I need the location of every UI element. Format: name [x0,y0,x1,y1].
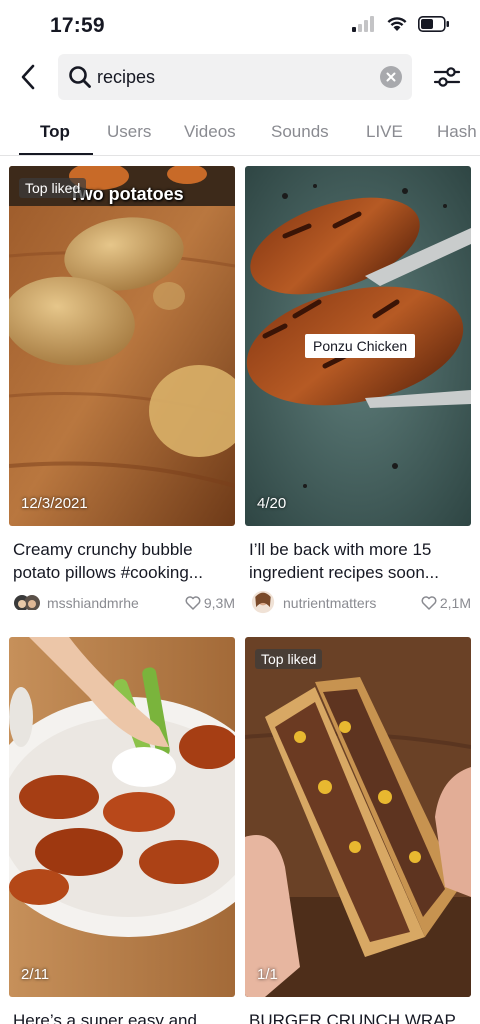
video-meta: nutrientmatters 2,1M [249,590,471,616]
battery-icon [418,16,449,32]
video-caption[interactable]: Creamy crunchy bubble potato pillows #co… [13,538,233,584]
video-overlay-text: Two potatoes [69,184,184,204]
heart-icon [185,596,201,610]
crunch-wrap-image [245,637,471,997]
status-icons [352,16,450,32]
video-thumbnail[interactable]: Top liked 1/1 [245,637,471,997]
cellular-signal-icon [352,16,374,32]
sliders-icon [433,67,461,87]
top-liked-badge: Top liked [255,649,323,669]
video-sticker-text: Ponzu Chicken [305,334,416,358]
video-caption[interactable]: I’ll be back with more 15 ingredient rec… [249,538,469,584]
tab-top[interactable]: Top [40,122,70,142]
video-date: 4/20 [257,495,287,512]
close-icon [386,72,396,82]
chevron-left-icon [21,64,35,90]
status-bar: 17:59 [0,0,480,52]
caption-line: Here’s a super easy and [13,1011,197,1024]
video-date: 1/1 [257,966,278,983]
search-box[interactable] [58,54,412,100]
search-icon [69,66,91,88]
like-count: 9,3M [185,595,235,611]
tab-users[interactable]: Users [107,122,151,142]
like-count-value: 9,3M [203,595,235,611]
top-liked-badge: Top liked [19,178,87,198]
filter-button[interactable] [432,64,462,90]
search-row [0,54,480,100]
avatar[interactable] [249,590,277,614]
caption-line: potato pillows #cooking... [13,563,203,582]
caption-line: BURGER CRUNCH WRAP [249,1011,456,1024]
status-time: 17:59 [50,14,105,37]
heart-icon [421,596,437,610]
username[interactable]: msshiandmrhe [47,595,169,611]
video-date: 12/3/2021 [21,495,88,512]
video-meta: msshiandmrhe 9,3M [13,592,235,616]
username[interactable]: nutrientmatters [283,595,405,611]
caption-line: Creamy crunchy bubble [13,540,193,559]
video-caption[interactable]: BURGER CRUNCH WRAP [249,1009,469,1024]
active-tab-indicator [19,153,93,155]
tab-hashtags[interactable]: Hash [437,122,477,142]
like-count-value: 2,1M [439,595,471,611]
tab-live[interactable]: LIVE [366,122,403,142]
back-button[interactable] [14,60,42,94]
potatoes-image [9,166,235,526]
like-count: 2,1M [421,595,471,611]
video-thumbnail[interactable]: 2/11 [9,637,235,997]
tab-videos[interactable]: Videos [184,122,236,142]
caption-line: I’ll be back with more 15 [249,540,432,559]
caption-line: ingredient recipes soon... [249,563,439,582]
video-caption[interactable]: Here’s a super easy and [13,1009,233,1024]
chicken-wings-image [9,637,235,997]
search-input[interactable] [97,62,367,92]
tab-sounds[interactable]: Sounds [271,122,329,142]
video-thumbnail[interactable]: Ponzu Chicken 4/20 [245,166,471,526]
avatar[interactable] [13,592,41,616]
search-tabs: Top Users Videos Sounds LIVE Hash [0,108,480,156]
wifi-icon [387,17,407,31]
video-thumbnail[interactable]: Two potatoes Top liked 12/3/2021 [9,166,235,526]
clear-search-button[interactable] [380,66,402,88]
video-date: 2/11 [21,966,50,983]
